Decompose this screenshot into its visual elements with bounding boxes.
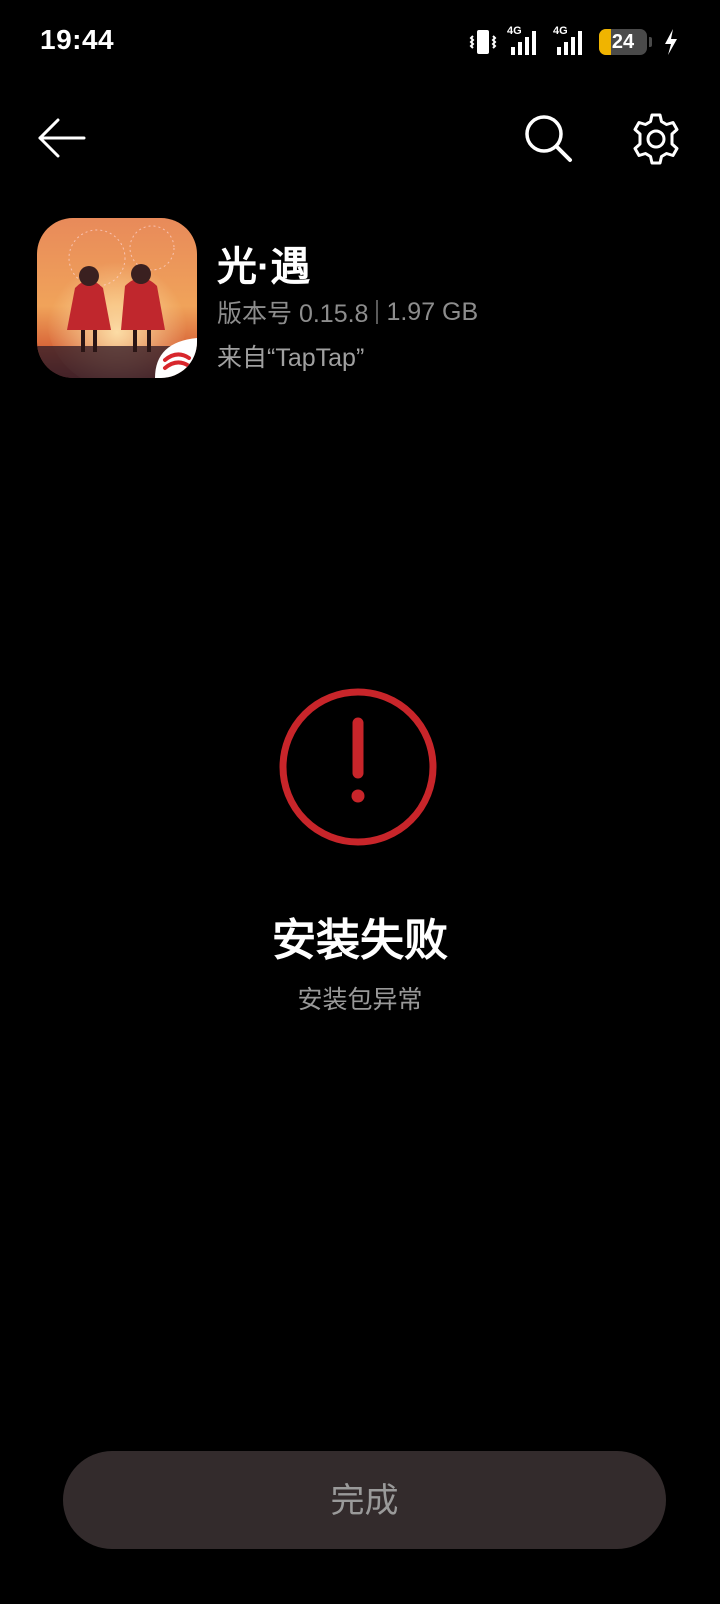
status-time: 19:44 — [40, 24, 115, 55]
vibrate-icon — [469, 27, 497, 57]
app-icon — [37, 218, 197, 378]
charging-icon — [662, 27, 680, 57]
app-info: 光·遇 版本号 0.15.8 1.97 GB 来自“TapTap” — [37, 218, 687, 378]
battery-level: 24 — [611, 31, 635, 53]
meta-divider — [376, 300, 379, 324]
signal-4g-icon: 4G — [553, 25, 589, 57]
app-name: 光·遇 — [217, 245, 311, 289]
app-source: 来自“TapTap” — [217, 344, 365, 372]
signal-4g-icon: 4G — [507, 25, 543, 57]
status-icons: 4G 4G 24 — [469, 22, 680, 62]
app-version: 版本号 0.15.8 — [217, 300, 369, 328]
back-button[interactable] — [34, 110, 90, 166]
app-meta: 版本号 0.15.8 1.97 GB — [217, 294, 478, 330]
battery-cap — [649, 37, 652, 47]
search-icon — [525, 115, 572, 162]
top-nav — [0, 100, 720, 180]
done-button[interactable]: 完成 — [63, 1451, 666, 1549]
result-title: 安装失败 — [272, 916, 448, 965]
search-button[interactable] — [520, 110, 578, 168]
app-size: 1.97 GB — [386, 297, 479, 326]
settings-button[interactable] — [627, 110, 685, 168]
gear-icon — [633, 113, 679, 165]
error-exclamation-icon — [276, 685, 440, 849]
status-bar: 19:44 4G 4G 24 — [0, 0, 720, 80]
back-arrow-icon — [38, 118, 86, 158]
result-description: 安装包异常 — [297, 986, 423, 1014]
battery-icon: 24 — [599, 29, 647, 55]
